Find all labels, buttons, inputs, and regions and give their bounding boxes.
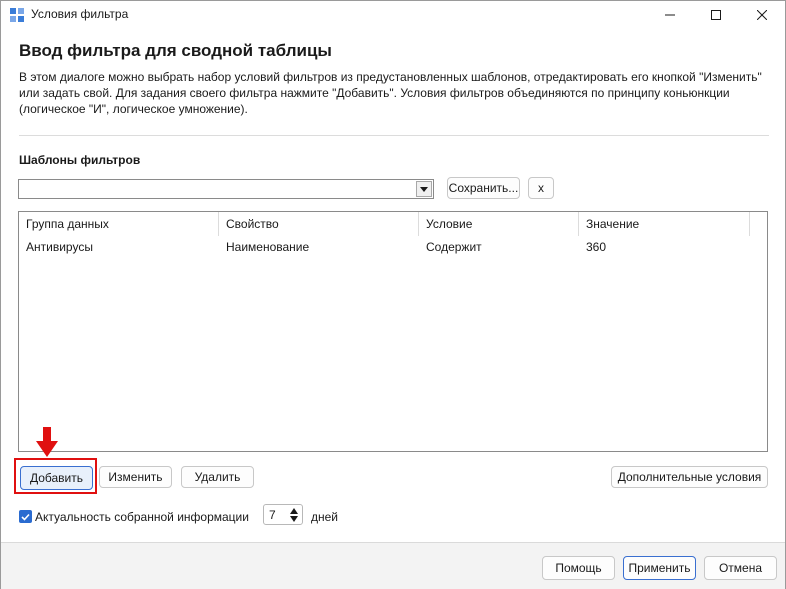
help-button[interactable]: Помощь [542,556,615,580]
add-button[interactable]: Добавить [20,466,93,490]
table-cell: Содержит [426,240,482,254]
minimize-icon [665,14,675,16]
edit-button[interactable]: Изменить [99,466,172,488]
dialog-description: В этом диалоге можно выбрать набор услов… [19,70,762,116]
maximize-button[interactable] [693,1,739,29]
table-header: Группа данных Свойство Условие Значение [19,212,750,236]
freshness-label: Актуальность собранной информации [35,510,249,524]
column-header-property[interactable]: Свойство [219,212,419,236]
filter-conditions-dialog: Условия фильтра Ввод фильтра для сводной… [0,0,786,589]
conditions-table[interactable]: Группа данных Свойство Условие Значение … [18,211,768,452]
days-stepper[interactable]: 7 [263,504,303,525]
table-row[interactable]: Антивирусы Наименование Содержит 360 [19,236,750,258]
column-header-value[interactable]: Значение [579,212,750,236]
dropdown-button[interactable] [416,181,432,197]
table-cell: Наименование [226,240,310,254]
title-bar[interactable]: Условия фильтра [1,1,785,29]
chevron-down-icon [420,186,428,192]
delete-button[interactable]: Удалить [181,466,254,488]
maximize-icon [711,10,721,20]
dialog-footer: Помощь Применить Отмена [1,542,785,589]
save-template-button[interactable]: Сохранить... [447,177,520,199]
apply-button[interactable]: Применить [623,556,696,580]
filter-template-select[interactable] [18,179,434,199]
column-header-data-group[interactable]: Группа данных [19,212,219,236]
cancel-button[interactable]: Отмена [704,556,777,580]
freshness-checkbox[interactable] [19,510,32,523]
stepper-up-icon[interactable] [289,507,299,515]
window-title: Условия фильтра [31,7,129,21]
filter-app-icon [10,8,24,22]
arrow-down-icon [36,427,58,457]
dialog-heading: Ввод фильтра для сводной таблицы [19,41,332,60]
close-button[interactable] [739,1,785,29]
column-header-condition[interactable]: Условие [419,212,579,236]
close-icon [757,10,767,20]
additional-conditions-button[interactable]: Дополнительные условия [611,466,768,488]
stepper-down-icon[interactable] [289,515,299,523]
table-cell: Антивирусы [26,240,93,254]
days-unit-label: дней [311,510,339,524]
table-cell: 360 [586,240,607,254]
minimize-button[interactable] [647,1,693,29]
divider [19,135,769,136]
checkmark-icon [21,513,30,521]
filter-templates-label: Шаблоны фильтров [19,153,141,167]
delete-template-button[interactable]: x [528,177,554,199]
days-value: 7 [269,508,276,522]
